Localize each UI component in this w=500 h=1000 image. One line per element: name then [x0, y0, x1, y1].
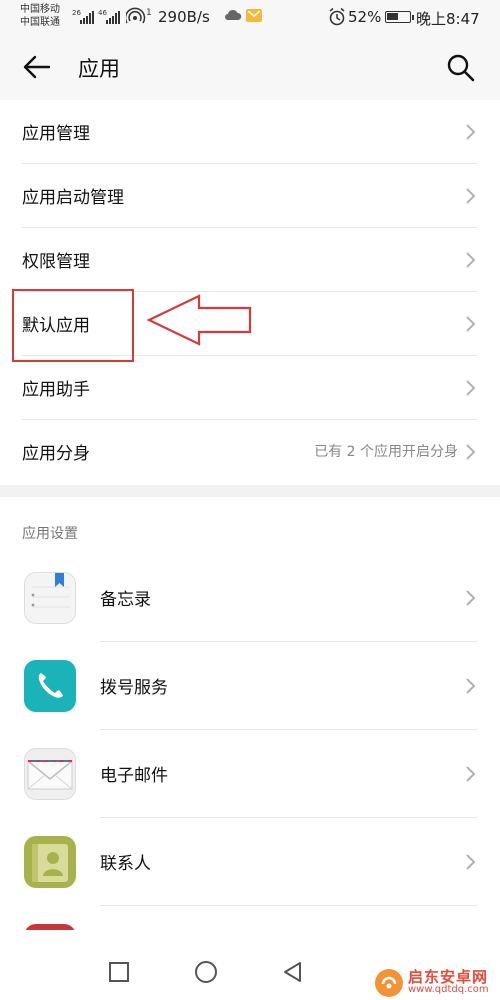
- hotspot-icon: 1: [126, 7, 152, 24]
- app-item-email[interactable]: 电子邮件: [0, 730, 500, 818]
- menu-item-label: 权限管理: [22, 252, 90, 272]
- app-bar: 应用: [0, 36, 500, 100]
- app-item-label: 电子邮件: [100, 766, 168, 786]
- hotspot-count: 1: [146, 8, 152, 18]
- annotation-highlight-box: [12, 289, 134, 362]
- status-bar: 中国移动 中国联通 26 46 1 290B/s 52% 晚上8:47: [0, 0, 500, 36]
- signal-icon: 26: [72, 9, 94, 24]
- net-label-2: 46: [98, 9, 107, 17]
- menu-item-app-twin[interactable]: 应用分身 已有 2 个应用开启分身: [0, 420, 500, 484]
- menu-item-value: 已有 2 个应用开启分身: [314, 444, 458, 460]
- menu-item-label: 应用管理: [22, 124, 90, 144]
- annotation-arrow-icon: [146, 294, 252, 346]
- net-label-1: 26: [72, 9, 81, 17]
- menu-item-label: 应用分身: [22, 444, 90, 464]
- app-item-label: 备忘录: [100, 590, 151, 610]
- phone-icon: [24, 660, 76, 712]
- arrow-left-icon[interactable]: [22, 54, 52, 80]
- battery-icon: [385, 11, 414, 23]
- chevron-right-icon: [466, 678, 476, 694]
- chevron-right-icon: [466, 316, 476, 332]
- mail-notification-icon: [246, 9, 262, 22]
- app-item-notes[interactable]: 备忘录: [0, 554, 500, 642]
- notepad-icon: [24, 572, 76, 624]
- section-gap: [0, 485, 500, 497]
- email-icon: [24, 748, 76, 800]
- menu-item-app-management[interactable]: 应用管理: [0, 100, 500, 164]
- app-item-partial: [0, 906, 500, 930]
- watermark-url: www.qdtdq.com: [408, 984, 489, 995]
- signal-icon-2: 46: [98, 9, 120, 24]
- section-title: 应用设置: [22, 526, 78, 542]
- app-item-dialer[interactable]: 拨号服务: [0, 642, 500, 730]
- battery-fill: [387, 13, 398, 20]
- cloud-icon: [225, 9, 242, 20]
- chevron-right-icon: [466, 252, 476, 268]
- battery-percent: 52%: [348, 8, 382, 26]
- menu-item-label: 应用助手: [22, 380, 90, 400]
- menu-item-permissions[interactable]: 权限管理: [0, 228, 500, 292]
- chevron-right-icon: [466, 380, 476, 396]
- chevron-right-icon: [466, 188, 476, 204]
- carrier-1: 中国移动: [20, 4, 60, 15]
- circle-icon[interactable]: [194, 960, 218, 984]
- page-title: 应用: [78, 57, 120, 81]
- chevron-right-icon: [466, 124, 476, 140]
- menu-item-label: 应用启动管理: [22, 188, 124, 208]
- app-item-label: 联系人: [100, 854, 151, 874]
- alarm-icon: [329, 7, 345, 26]
- clock: 晚上8:47: [416, 10, 480, 28]
- triangle-back-icon[interactable]: [282, 961, 304, 983]
- contacts-icon: [24, 836, 76, 888]
- chevron-right-icon: [466, 766, 476, 782]
- menu-item-app-launch[interactable]: 应用启动管理: [0, 164, 500, 228]
- site-watermark: 启东安卓网 www.qdtdq.com: [374, 966, 500, 1000]
- app-item-contacts[interactable]: 联系人: [0, 818, 500, 906]
- app-item-label: 拨号服务: [100, 678, 168, 698]
- search-icon[interactable]: [446, 53, 476, 83]
- chevron-right-icon: [466, 590, 476, 606]
- chevron-right-icon: [466, 854, 476, 870]
- watermark-logo-icon: [375, 969, 403, 997]
- carrier-2: 中国联通: [20, 17, 60, 28]
- chevron-right-icon: [466, 444, 476, 460]
- network-speed: 290B/s: [158, 8, 210, 26]
- square-icon[interactable]: [108, 961, 130, 983]
- carrier-labels: 中国移动 中国联通: [20, 3, 60, 29]
- menu-item-app-assistant[interactable]: 应用助手: [0, 356, 500, 420]
